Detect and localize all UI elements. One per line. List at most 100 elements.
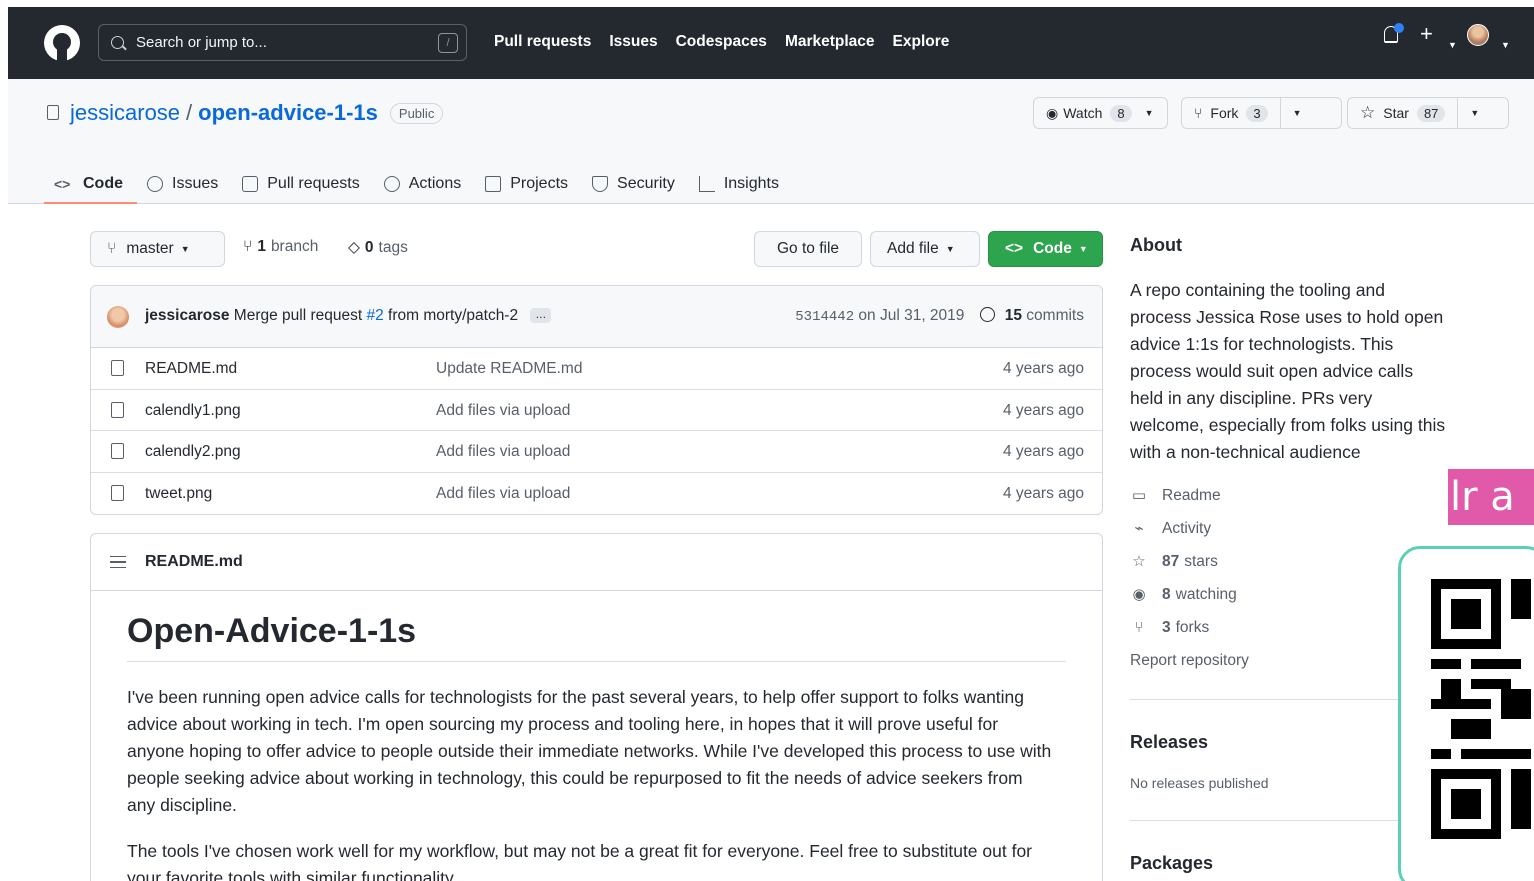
table-row: calendly1.png Add files via upload 4 yea… [91,390,1102,431]
commit-sha[interactable]: 5314442 [795,309,854,325]
user-avatar[interactable] [1467,24,1489,46]
commit-author-link[interactable]: jessicarose [145,307,229,324]
readme-header: README.md [91,534,1102,591]
notification-indicator [1394,23,1404,33]
tab-code[interactable]: <> Code [44,165,137,204]
nav-marketplace[interactable]: Marketplace [785,33,875,51]
repo-name-link[interactable]: open-advice-1-1s [198,100,378,126]
branch-word: branch [270,238,319,255]
table-row: tweet.png Add files via upload 4 years a… [91,473,1102,515]
eye-icon: ◉ [1132,586,1146,603]
tab-pull-requests-label: Pull requests [267,175,360,192]
packages-heading[interactable]: Packages [1130,853,1213,874]
commit-count: 15 [1004,307,1022,324]
readme-link[interactable]: ▭ Readme [1130,487,1221,505]
graph-icon [698,176,715,192]
tab-code-label: Code [83,175,123,192]
stars-word: stars [1184,553,1218,570]
star-icon: ☆ [1132,553,1146,570]
tag-count: 0 [364,238,374,256]
user-menu-chevron-down-icon[interactable]: ▼ [1501,40,1510,50]
nav-issues[interactable]: Issues [609,33,657,51]
sidebar-divider [1130,699,1398,700]
go-to-file-button[interactable]: Go to file [754,231,862,267]
tab-issues[interactable]: Issues [137,165,232,203]
tab-pull-requests[interactable]: Pull requests [232,165,374,203]
tab-projects-label: Projects [510,175,569,192]
fork-count: 3 [1246,104,1268,122]
file-commit-message[interactable]: Add files via upload [436,485,570,503]
commit-pr-link[interactable]: #2 [366,307,383,324]
report-repository-link[interactable]: Report repository [1130,652,1249,670]
create-new-plus-icon[interactable]: + [1420,21,1433,47]
code-download-button[interactable]: <> Code ▼ [988,231,1103,267]
commit-meta: 5314442 on Jul 31, 2019 15 commits [795,307,1084,325]
nav-codespaces[interactable]: Codespaces [676,33,767,51]
tab-projects[interactable]: Projects [475,165,582,203]
slash-shortcut-badge: / [438,33,458,53]
nav-explore[interactable]: Explore [893,33,950,51]
commit-message-pre[interactable]: Merge pull request [234,307,362,324]
file-commit-message[interactable]: Update README.md [436,360,582,378]
watch-button[interactable]: ◉ Watch 8 ▼ [1033,97,1168,129]
repo-tabs: <> Code Issues Pull requests Actions Pro… [44,165,793,204]
file-age: 4 years ago [1003,360,1084,377]
stars-link[interactable]: ☆ 87 stars [1130,553,1218,571]
tags-link[interactable]: ◇ 0 tags [348,238,408,257]
tab-security[interactable]: Security [582,165,689,203]
file-name-link[interactable]: calendly1.png [145,402,241,420]
list-unordered-icon[interactable] [110,556,126,568]
issue-opened-icon [147,176,163,192]
watch-chevron-down-icon[interactable]: ▼ [1145,108,1154,118]
code-icon: <> [1005,240,1024,257]
commit-expand-button[interactable]: … [530,308,552,324]
file-name-link[interactable]: calendly2.png [145,443,241,461]
history-icon [980,307,996,322]
tag-icon: ◇ [348,239,360,256]
forks-word: forks [1175,619,1210,636]
create-menu-chevron-down-icon[interactable]: ▼ [1448,40,1457,50]
star-chevron-down-icon[interactable]: ▼ [1458,98,1491,128]
file-icon [111,360,124,376]
branches-link[interactable]: ⑂ 1 branch [243,238,318,256]
star-button[interactable]: ☆ Star 87 [1348,98,1457,128]
activity-link[interactable]: ⌁ Activity [1130,520,1211,538]
add-file-chevron-down-icon: ▼ [945,244,955,254]
readme-filename[interactable]: README.md [145,553,243,571]
branch-select-button[interactable]: ⑂ master ▼ [90,231,225,267]
tag-word: tags [378,238,408,256]
file-name-link[interactable]: tweet.png [145,485,212,503]
eye-icon: ◉ [1046,104,1059,121]
star-icon: ☆ [1360,103,1376,122]
file-commit-message[interactable]: Add files via upload [436,402,570,420]
watching-link[interactable]: ◉ 8 watching [1130,586,1236,604]
file-commit-message[interactable]: Add files via upload [436,443,570,461]
git-branch-icon: ⑂ [243,238,253,255]
github-logo-icon[interactable] [44,25,80,61]
forks-link[interactable]: ⑂ 3 forks [1130,619,1209,637]
author-avatar[interactable] [107,306,129,328]
watch-count: 8 [1110,104,1132,122]
sidebar-divider [1130,820,1398,821]
search-input[interactable]: Search or jump to... / [98,24,467,61]
commit-date: on Jul 31, 2019 [858,307,965,324]
file-name-link[interactable]: README.md [145,360,237,378]
branch-count: 1 [257,238,266,255]
pink-banner-overlay: lr a [1448,469,1534,525]
tab-insights[interactable]: Insights [689,165,793,203]
tab-actions[interactable]: Actions [374,165,475,203]
commit-history-link[interactable]: 15 commits [980,307,1084,325]
repo-owner-link[interactable]: jessicarose [70,100,180,126]
add-file-button[interactable]: Add file ▼ [870,231,980,267]
file-icon [111,443,124,459]
nav-pull-requests[interactable]: Pull requests [494,33,591,51]
commit-message-post[interactable]: from morty/patch-2 [388,307,518,324]
fork-button[interactable]: ⑂ Fork 3 [1182,98,1280,128]
tab-insights-label: Insights [723,175,779,192]
search-icon [111,36,124,49]
fork-chevron-down-icon[interactable]: ▼ [1281,98,1314,128]
about-heading: About [1130,235,1182,255]
tab-issues-label: Issues [172,175,219,192]
releases-heading[interactable]: Releases [1130,732,1208,753]
commit-sha-date[interactable]: 5314442 on Jul 31, 2019 [795,307,964,325]
